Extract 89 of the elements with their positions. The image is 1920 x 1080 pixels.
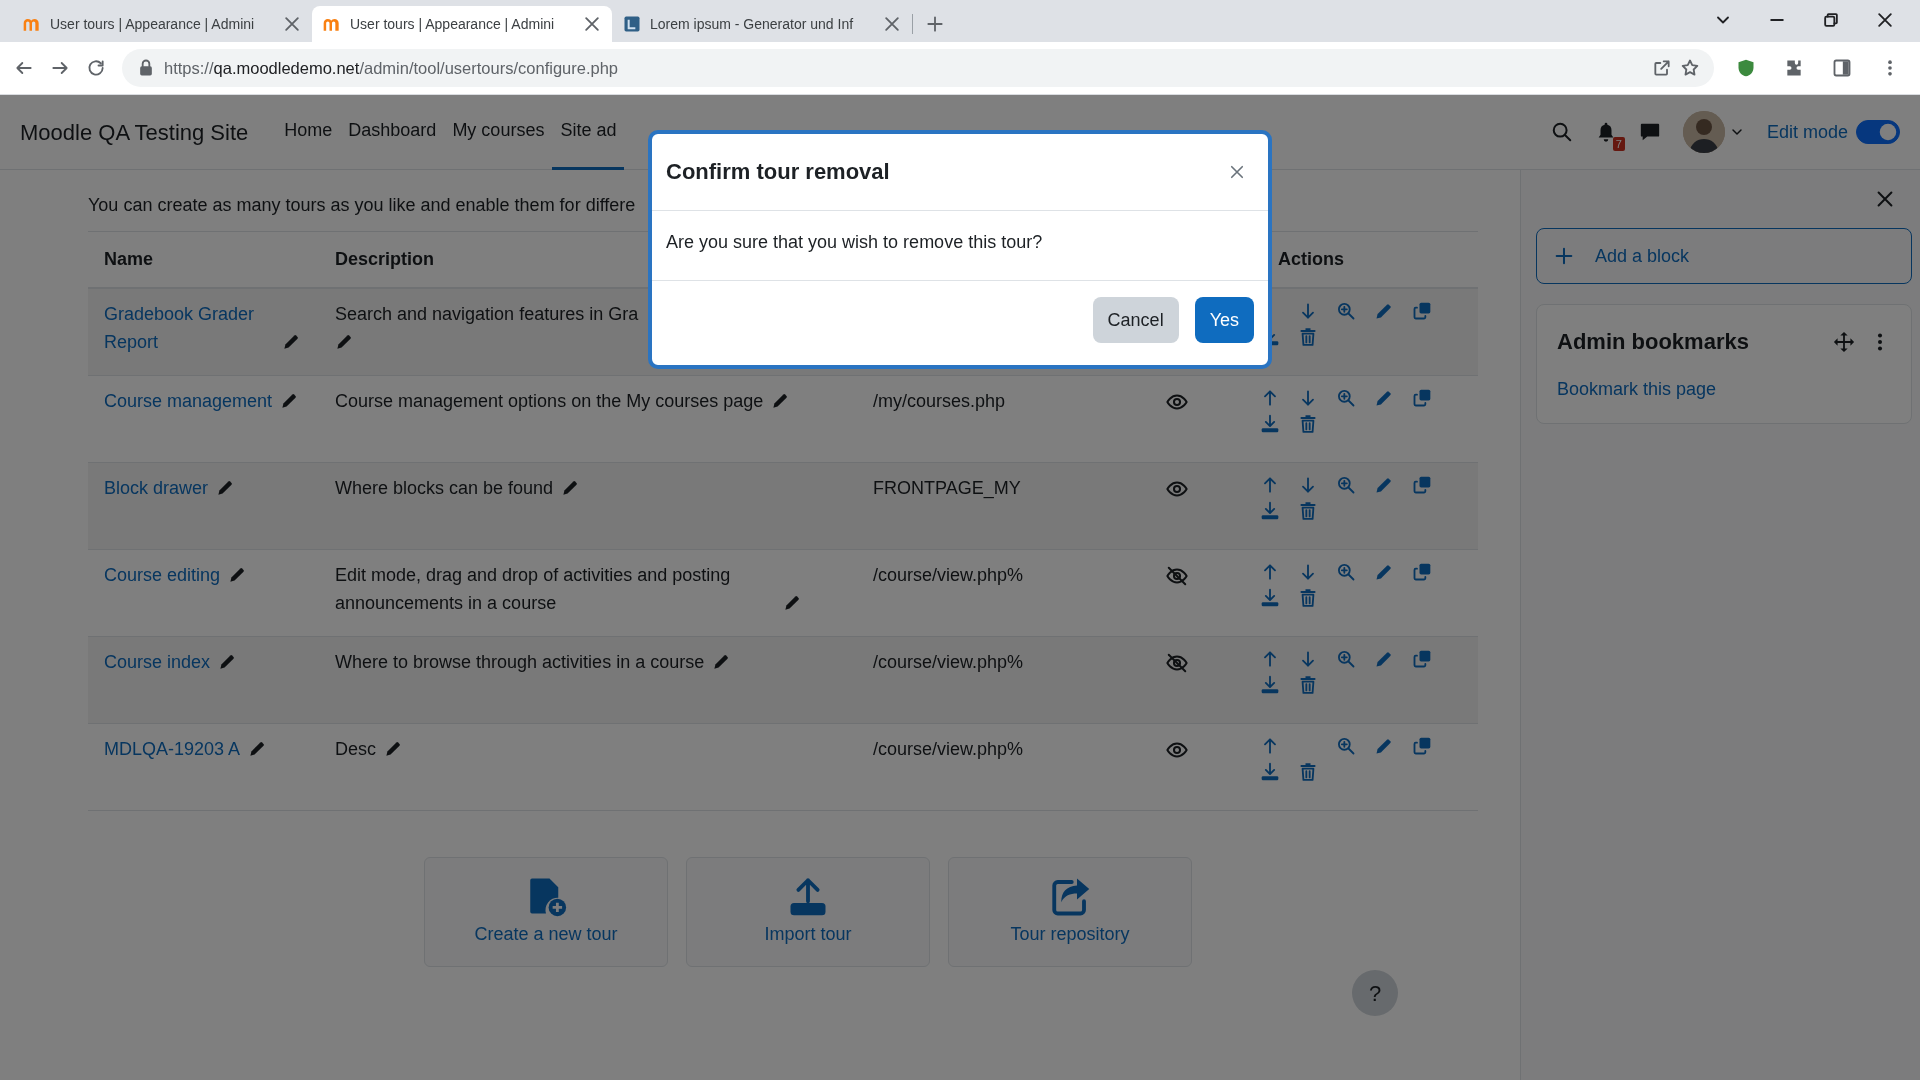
copy-icon[interactable] (1412, 561, 1432, 582)
zoom-in-icon[interactable] (1336, 561, 1356, 582)
tour-name-link[interactable]: Course management (104, 386, 273, 415)
zoom-in-icon[interactable] (1336, 648, 1356, 669)
zoom-in-icon[interactable] (1336, 387, 1356, 408)
create-button[interactable]: Create a new tour (424, 856, 668, 967)
download-icon[interactable] (1260, 587, 1280, 608)
new-tab-icon[interactable] (925, 14, 945, 34)
nav-link[interactable]: Site ad (552, 94, 625, 170)
tour-description: Search and navigation features in Gra (335, 303, 639, 326)
browser-tab[interactable]: User tours | Appearance | Admini (312, 6, 612, 42)
modal-message: Are you sure that you wish to remove this tour? (666, 232, 1043, 252)
tour-name-link[interactable]: Course editing (104, 560, 221, 589)
tour-name-link[interactable]: Block drawer (104, 473, 209, 502)
copy-icon[interactable] (1412, 648, 1432, 669)
trash-icon[interactable] (1298, 761, 1318, 782)
zoom-in-icon[interactable] (1336, 474, 1356, 495)
repository-button[interactable]: Tour repository (948, 856, 1192, 967)
zoom-in-icon[interactable] (1336, 735, 1356, 756)
download-icon[interactable] (1260, 500, 1280, 521)
nav-link[interactable]: Home (276, 94, 341, 170)
trash-icon[interactable] (1298, 413, 1318, 434)
avatar[interactable] (1682, 111, 1725, 153)
download-icon[interactable] (1260, 761, 1280, 782)
trash-icon[interactable] (1298, 674, 1318, 695)
path-match: /course/view.php% (873, 651, 1024, 672)
tour-description: Course management options on the My courses page (335, 389, 764, 413)
close-icon[interactable] (582, 14, 602, 34)
restore-icon[interactable] (1821, 10, 1841, 30)
eye-slash-icon[interactable] (1166, 651, 1188, 674)
close-icon[interactable] (1875, 10, 1895, 30)
trash-icon[interactable] (1298, 587, 1318, 608)
cancel-button[interactable]: Cancel (1092, 297, 1179, 343)
help-button[interactable]: ? (1352, 970, 1398, 1016)
browser-tab[interactable]: User tours | Appearance | Admini (12, 6, 312, 42)
eye-slash-icon[interactable] (1166, 564, 1188, 587)
chat-icon[interactable] (1638, 121, 1661, 143)
modal-title: Confirm tour removal (666, 158, 890, 186)
column-header: Description (335, 249, 435, 269)
nav-link[interactable]: Dashboard (340, 94, 445, 170)
star-icon[interactable] (1680, 58, 1700, 78)
path-match: /my/courses.php (873, 390, 1006, 411)
share-icon[interactable] (1652, 58, 1672, 78)
copy-icon[interactable] (1412, 474, 1432, 495)
tour-name-link[interactable]: MDLQA-19203 A (104, 734, 241, 763)
download-icon[interactable] (1260, 413, 1280, 434)
zoom-in-icon[interactable] (1336, 301, 1356, 321)
tour-description: Desc (335, 737, 376, 761)
trash-icon[interactable] (1298, 327, 1318, 347)
search-icon[interactable] (1550, 121, 1573, 143)
tour-name-link[interactable]: Course index (104, 647, 211, 676)
copy-icon[interactable] (1412, 387, 1432, 408)
shield-icon[interactable] (1736, 58, 1756, 78)
copy-icon[interactable] (1412, 301, 1432, 321)
edit-mode-switch[interactable] (1856, 120, 1900, 144)
site-name[interactable]: Moodle QA Testing Site (20, 115, 249, 149)
pencil-icon[interactable] (335, 332, 354, 351)
edit-mode-label: Edit mode (1766, 120, 1848, 144)
column-header: Name (104, 249, 154, 269)
side-panel-icon[interactable] (1832, 58, 1852, 78)
browser-tab[interactable]: Lorem ipsum - Generator und Inf (612, 6, 912, 42)
add-block-button[interactable]: Add a block (1536, 228, 1912, 284)
nav-link[interactable]: My courses (444, 94, 553, 170)
upload-icon (787, 875, 829, 917)
url-text: https://qa.moodledemo.net/admin/tool/usertours/configure.php (164, 57, 619, 79)
download-icon[interactable] (1260, 674, 1280, 695)
intro-text: You can create as many tours as you like and enable them for differe (88, 194, 637, 217)
tour-description: Edit mode, drag and drop of activities and posting announcements in a course (335, 563, 732, 615)
column-header: Actions (1278, 249, 1344, 269)
copy-icon[interactable] (1412, 735, 1432, 756)
plus-icon (1553, 245, 1575, 267)
path-match: /course/view.php% (873, 738, 1024, 759)
block-title: Admin bookmarks (1557, 328, 1749, 356)
tour-description: Where to browse through activities in a course (335, 650, 705, 674)
pencil-icon[interactable] (282, 332, 301, 351)
address-bar[interactable]: https://qa.moodledemo.net/admin/tool/usertours/configure.php (122, 49, 1714, 87)
trash-icon[interactable] (1298, 500, 1318, 521)
edit-icon[interactable] (1374, 301, 1394, 321)
bookmark-link[interactable]: Bookmark this page (1557, 376, 1717, 403)
reload-icon[interactable] (86, 58, 106, 78)
tour-description: Where blocks can be found (335, 476, 554, 500)
import-button[interactable]: Import tour (686, 856, 930, 967)
notification-count: 7 (1612, 137, 1625, 151)
page-favicon-icon (622, 14, 642, 34)
path-match: /course/view.php% (873, 564, 1024, 585)
move-icon[interactable] (1833, 330, 1855, 353)
puzzle-icon[interactable] (1784, 58, 1804, 78)
confirm-button[interactable]: Yes (1194, 297, 1254, 343)
path-match: FRONTPAGE_MY (873, 477, 1021, 498)
